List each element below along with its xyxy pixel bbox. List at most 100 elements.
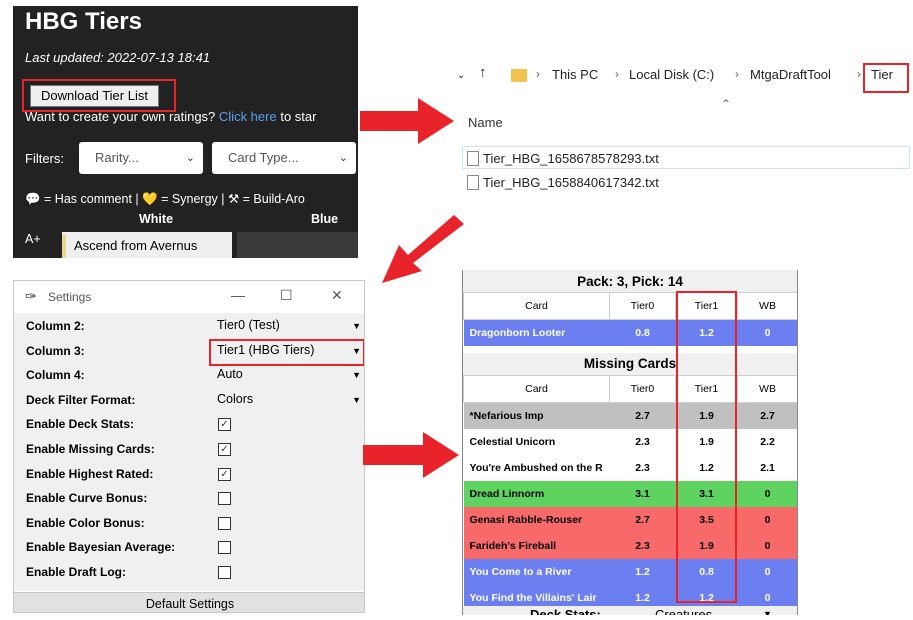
setting-label: Enable Curve Bonus: <box>26 491 148 506</box>
card-row[interactable]: Farideh's Fireball 2.3 1.9 0 <box>463 533 797 559</box>
checkbox-checked[interactable]: ✓ <box>218 467 231 481</box>
file-row[interactable]: Tier_HBG_1658678578293.txt <box>467 150 907 168</box>
breadcrumb-local-disk[interactable]: Local Disk (C:) <box>629 67 714 82</box>
card-name-cell: You Come to a River <box>469 566 572 578</box>
name-column-header[interactable]: Name <box>468 115 503 130</box>
breadcrumb-separator-icon: › <box>735 67 739 81</box>
checkbox-unchecked[interactable] <box>218 566 231 579</box>
default-settings-button[interactable]: Default Settings <box>14 592 364 612</box>
dropdown-arrow-icon[interactable]: ▼ <box>352 370 361 380</box>
tier-folder-highlight-box <box>863 63 909 93</box>
card-name-cell: Dragonborn Looter <box>469 327 566 339</box>
card-row[interactable]: Dread Linnorm 3.1 3.1 0 <box>463 481 797 507</box>
card-row[interactable]: You Come to a River 1.2 0.8 0 <box>463 559 797 585</box>
window-title: Settings <box>48 290 92 304</box>
click-here-link[interactable]: Click here <box>219 109 277 124</box>
wb-cell: 0 <box>764 566 771 578</box>
checkbox-checked[interactable]: ✓ <box>218 418 231 432</box>
file-name: Tier_HBG_1658840617342.txt <box>483 175 659 190</box>
chevron-down-icon: ⌄ <box>338 152 348 164</box>
file-row[interactable]: Tier_HBG_1658840617342.txt <box>467 174 907 192</box>
column-header-wb[interactable]: WB <box>737 375 797 403</box>
setting-label: Enable Draft Log: <box>26 565 127 579</box>
draft-tool-window: Pack: 3, Pick: 14 Card Tier0 Tier1 WB Dr… <box>462 270 798 615</box>
dropdown-arrow-icon[interactable]: ▼ <box>763 609 772 615</box>
create-ratings-suffix: to star <box>280 109 317 124</box>
checkbox-unchecked[interactable] <box>218 516 231 530</box>
card-row[interactable]: Genasi Rabble-Rouser 2.7 3.5 0 <box>463 507 797 533</box>
rarity-select[interactable]: Rarity... ⌄ <box>79 142 203 174</box>
breadcrumb-this-pc[interactable]: This PC <box>552 67 598 82</box>
setting-label: Enable Highest Rated: <box>26 466 154 481</box>
card-name-cell: *Nefarious Imp <box>469 410 544 422</box>
column-header-blue: Blue <box>311 212 339 226</box>
text-file-icon <box>467 151 479 166</box>
tier-web-page: HBG Tiers Last updated: 2022-07-13 18:41… <box>13 6 358 258</box>
card-type-select[interactable]: Card Type... ⌄ <box>212 142 356 174</box>
page-title: HBG Tiers <box>25 8 142 35</box>
create-ratings-prompt: Want to create your own ratings? <box>25 109 216 124</box>
file-explorer: ⌄ ↑ › This PC › Local Disk (C:) › MtgaDr… <box>455 61 910 201</box>
column-header-card[interactable]: Card <box>463 292 610 320</box>
feather-icon: ✑ <box>25 288 37 304</box>
wb-cell: 0 <box>764 540 771 552</box>
empty-card-cell <box>237 232 358 258</box>
card-color-bar <box>62 235 66 258</box>
tier0-cell: 0.8 <box>635 327 650 339</box>
checkbox-unchecked[interactable] <box>218 492 231 506</box>
breadcrumb-separator-icon: › <box>536 67 540 81</box>
breadcrumb-mtgadrafttool[interactable]: MtgaDraftTool <box>750 67 831 82</box>
deck-stats-select[interactable]: Creatures <box>655 607 712 615</box>
setting-label: Deck Filter Format: <box>26 392 136 407</box>
arrow-right-icon <box>360 98 454 144</box>
tier0-cell: 2.3 <box>635 436 650 448</box>
column-header-wb[interactable]: WB <box>737 292 797 320</box>
card-row[interactable]: *Nefarious Imp 2.7 1.9 2.7 <box>463 402 797 429</box>
card-name-cell: Genasi Rabble-Rouser <box>469 514 583 526</box>
card-entry[interactable]: Ascend from Avernus <box>62 232 232 258</box>
card-row[interactable]: Dragonborn Looter 0.8 1.2 0 <box>463 319 797 346</box>
deck-stats-bar: Deck Stats: Creatures ▼ <box>463 606 797 615</box>
column-header-white: White <box>139 212 174 226</box>
maximize-icon[interactable]: ☐ <box>280 287 293 304</box>
checkbox-unchecked[interactable] <box>218 541 231 555</box>
card-name-cell: Celestial Unicorn <box>469 436 556 448</box>
close-icon[interactable]: ✕ <box>331 287 343 304</box>
pack-table: Card Tier0 Tier1 WB Dragonborn Looter 0.8… <box>463 292 797 346</box>
tier0-cell: 2.3 <box>635 462 650 474</box>
up-arrow-icon[interactable]: ↑ <box>479 64 487 81</box>
setting-dropdown[interactable]: Auto <box>217 367 243 381</box>
tier-label: A+ <box>25 232 41 246</box>
column-header-tier0[interactable]: Tier0 <box>609 292 676 320</box>
card-row[interactable]: Celestial Unicorn 2.3 1.9 2.2 <box>463 429 797 455</box>
setting-dropdown[interactable]: Tier0 (Test) <box>217 318 280 332</box>
wb-cell: 0 <box>764 488 771 500</box>
dropdown-arrow-icon[interactable]: ▼ <box>352 321 361 331</box>
card-row[interactable]: You're Ambushed on the R 2.3 1.2 2.1 <box>463 455 797 481</box>
card-name-cell: Farideh's Fireball <box>469 540 557 552</box>
missing-cards-header: Missing Cards <box>463 353 797 375</box>
column-header-card[interactable]: Card <box>463 375 610 403</box>
setting-dropdown[interactable]: Colors <box>217 392 253 406</box>
tier0-cell: 1.2 <box>635 566 650 578</box>
minimize-icon[interactable]: — <box>231 287 245 303</box>
setting-label: Enable Bayesian Average: <box>26 540 176 555</box>
arrow-right-icon <box>363 432 459 478</box>
folder-icon <box>511 69 527 82</box>
chevron-down-icon[interactable]: ⌄ <box>457 70 465 81</box>
dropdown-arrow-icon[interactable]: ▼ <box>352 395 361 405</box>
wb-cell: 2.1 <box>760 462 775 474</box>
rarity-select-value: Rarity... <box>95 150 139 165</box>
setting-label: Column 2: <box>26 319 85 333</box>
create-ratings-text: Want to create your own ratings? Click h… <box>25 109 316 124</box>
deck-stats-label: Deck Stats: <box>530 607 601 615</box>
breadcrumb-separator-icon: › <box>857 67 861 81</box>
download-highlight-box <box>22 79 176 112</box>
checkbox-checked[interactable]: ✓ <box>218 443 231 456</box>
wb-cell: 0 <box>764 327 771 339</box>
column-header-tier0[interactable]: Tier0 <box>609 375 676 403</box>
card-name-cell: You're Ambushed on the R <box>469 462 603 474</box>
setting-label: Column 3: <box>26 343 85 358</box>
setting-label: Column 4: <box>26 368 85 383</box>
setting-label: Enable Deck Stats: <box>26 417 135 432</box>
